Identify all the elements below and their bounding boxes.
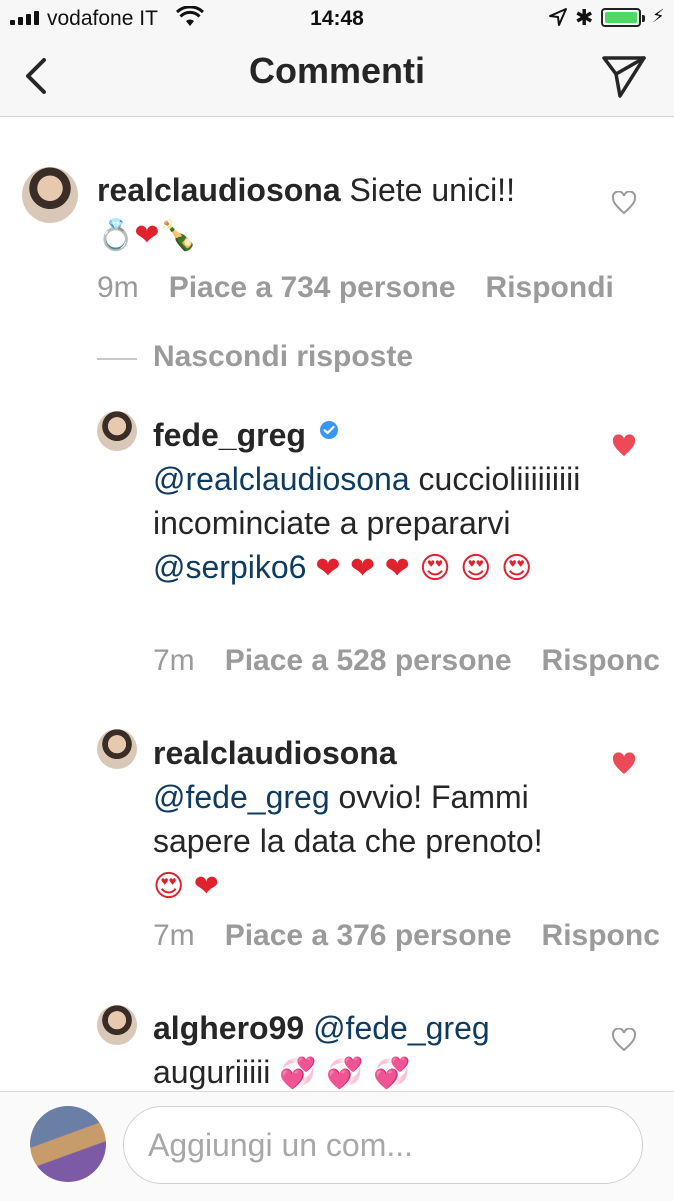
comment-username[interactable]: realclaudiosona <box>97 172 341 208</box>
comment: realclaudiosona @fede_greg ovvio! Fammi … <box>153 731 573 909</box>
mention-link[interactable]: @fede_greg <box>153 779 330 815</box>
mention-link[interactable]: @fede_greg <box>313 1010 490 1046</box>
avatar[interactable] <box>97 1005 137 1045</box>
comment-likes[interactable]: Piace a 734 persone <box>169 271 456 304</box>
comment-likes[interactable]: Piace a 376 persone <box>225 919 512 952</box>
mention-link[interactable]: @realclaudiosona <box>153 461 410 497</box>
comment-username[interactable]: fede_greg <box>153 417 306 453</box>
comment-username[interactable]: alghero99 <box>153 1010 304 1046</box>
reply-button[interactable]: Risponc <box>542 644 660 677</box>
comment-input[interactable] <box>123 1106 643 1184</box>
comment-text: auguriiiii <box>153 1054 271 1090</box>
comment-text: Siete unici!! <box>349 172 515 208</box>
paper-plane-icon[interactable] <box>600 52 648 100</box>
avatar <box>30 1106 106 1182</box>
reply-button[interactable]: Risponc <box>542 919 660 952</box>
comment-time: 7m <box>153 919 195 952</box>
comment-emoji: ❤ ❤ ❤ 😍 😍 😍 <box>315 551 533 586</box>
comment: alghero99 @fede_greg auguriiiii 💞 💞 💞 <box>153 1006 583 1096</box>
comment-emoji: 😍 ❤ <box>153 869 219 904</box>
divider <box>97 358 137 360</box>
comment-emoji: 💍❤🍾 <box>97 218 197 253</box>
location-arrow-icon <box>549 8 567 26</box>
comment-time: 9m <box>97 271 139 304</box>
battery-icon <box>601 8 645 27</box>
comment: realclaudiosona Siete unici!! 💍❤🍾 <box>97 168 597 258</box>
comment-meta: 7m Piace a 376 persone Risponc <box>153 919 660 953</box>
comment-username[interactable]: realclaudiosona <box>153 735 397 771</box>
comment: fede_greg @realclaudiosona cuccioliiiiii… <box>153 413 583 591</box>
comment-emoji: 💞 💞 💞 <box>279 1056 411 1091</box>
charging-bolt-icon: ⚡ <box>652 6 665 26</box>
verified-badge-icon <box>319 421 338 439</box>
bluetooth-icon: ✱ <box>575 5 594 30</box>
like-heart-icon[interactable] <box>611 1028 637 1052</box>
like-heart-icon[interactable] <box>611 434 637 458</box>
mention-link[interactable]: @serpiko6 <box>153 549 306 585</box>
avatar[interactable] <box>22 167 78 223</box>
page-title: Commenti <box>248 50 425 91</box>
avatar[interactable] <box>97 411 137 451</box>
reply-button[interactable]: Rispondi <box>486 271 614 304</box>
avatar[interactable] <box>97 729 137 769</box>
comment-likes[interactable]: Piace a 528 persone <box>225 644 512 677</box>
comment-time: 7m <box>153 644 195 677</box>
top-bar: vodafone IT 14:48 ✱ ⚡ Commenti <box>0 0 674 117</box>
comment-meta: 9m Piace a 734 persone Rispondi <box>97 271 614 305</box>
clock: 14:48 <box>310 7 364 30</box>
battery-level <box>605 12 637 23</box>
hide-replies-button[interactable]: Nascondi risposte <box>153 340 413 374</box>
like-heart-icon[interactable] <box>611 752 637 776</box>
comment-meta: 7m Piace a 528 persone Risponc <box>153 644 660 678</box>
status-bar: vodafone IT 14:48 ✱ ⚡ <box>0 0 674 40</box>
like-heart-icon[interactable] <box>611 191 637 215</box>
